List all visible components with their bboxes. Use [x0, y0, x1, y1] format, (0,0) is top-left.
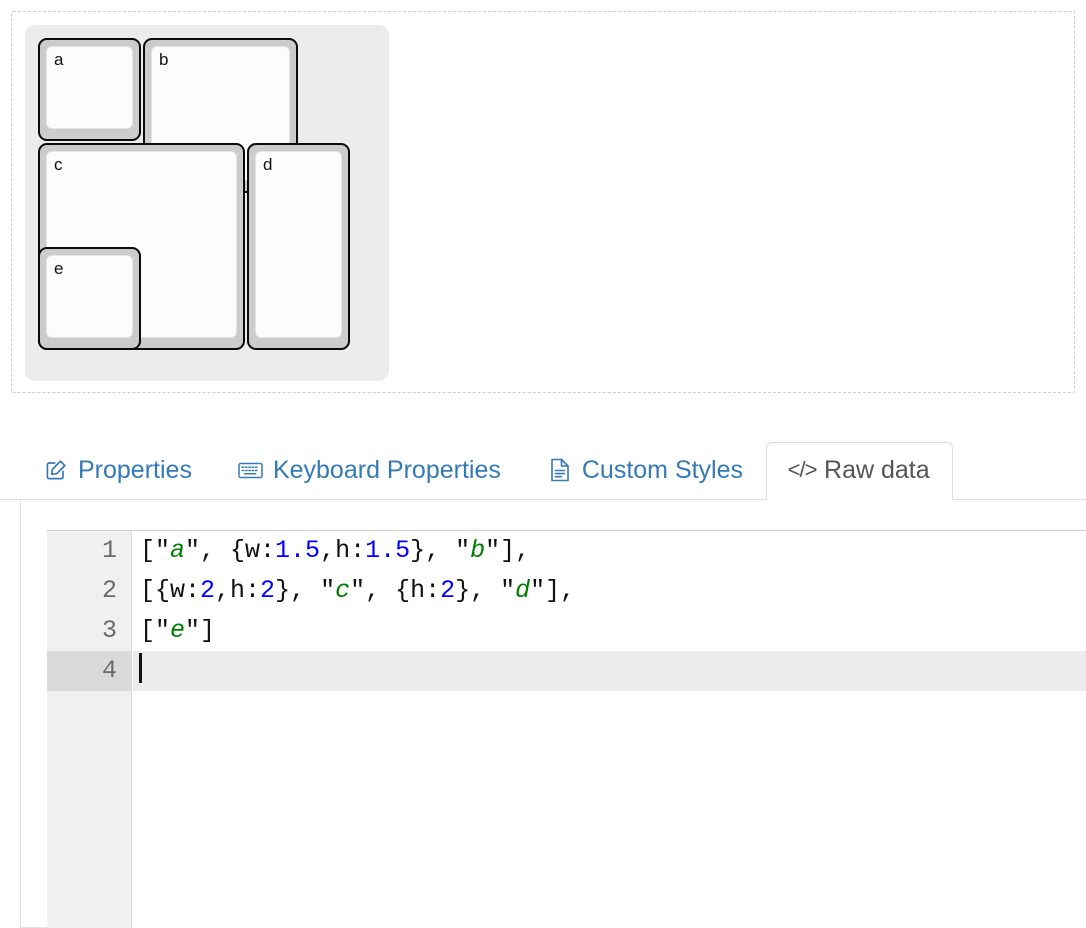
code-token-str: e — [170, 616, 186, 645]
keyboard-key-a[interactable]: a — [38, 38, 141, 141]
code-token-num: 2 — [200, 576, 216, 605]
code-token-punct: "], — [530, 576, 576, 605]
tab-keyboard-properties[interactable]: Keyboard Properties — [215, 442, 524, 500]
key-label: c — [54, 155, 63, 174]
code-token-punct: }, " — [455, 576, 516, 605]
edit-icon — [43, 458, 69, 482]
keyboard-preview-dropzone[interactable]: a b c d e — [11, 11, 1075, 393]
line-number: 1 — [101, 536, 117, 565]
code-token-num: 1.5 — [275, 536, 321, 565]
key-label: e — [54, 259, 64, 278]
code-token-punct: [" — [140, 616, 171, 645]
code-token-str: c — [335, 576, 351, 605]
code-token-punct: ,h: — [320, 536, 366, 565]
code-icon: </> — [787, 457, 818, 482]
code-line[interactable]: ["a", {w:1.5,h:1.5}, "b"], — [133, 531, 1086, 571]
tab-panel-raw-data: 1234 ["a", {w:1.5,h:1.5}, "b"], [{w:2,h:2… — [20, 500, 1086, 928]
keyboard-icon — [238, 458, 264, 482]
code-token-punct: }, " — [410, 536, 471, 565]
tab-custom-styles[interactable]: Custom Styles — [524, 442, 766, 500]
tab-label: Custom Styles — [581, 456, 744, 484]
editor-code-area[interactable]: ["a", {w:1.5,h:1.5}, "b"], [{w:2,h:2}, "c… — [133, 531, 1086, 928]
code-token-str: b — [470, 536, 486, 565]
code-token-punct: "] — [185, 616, 216, 645]
key-label: a — [54, 50, 64, 69]
key-label: d — [263, 155, 273, 174]
keyboard-key-d[interactable]: d — [247, 143, 350, 350]
keyboard-key-e[interactable]: e — [38, 247, 141, 350]
code-token-punct: [{w: — [140, 576, 201, 605]
key-cap: d — [255, 151, 342, 338]
code-token-num: 1.5 — [365, 536, 411, 565]
code-token-punct: ", {h: — [350, 576, 441, 605]
editor-line-number-gutter: 1 2 3 4 — [47, 531, 132, 928]
key-label: b — [159, 50, 169, 69]
code-token-str: a — [170, 536, 186, 565]
code-line[interactable]: ["e"] — [133, 611, 1086, 651]
code-token-punct: ,h: — [215, 576, 261, 605]
tab-label: Raw data — [824, 456, 930, 484]
tab-properties[interactable]: Properties — [20, 442, 215, 500]
code-token-punct: ", {w: — [185, 536, 276, 565]
tab-label: Properties — [78, 456, 192, 484]
code-token-punct: [" — [140, 536, 171, 565]
code-line[interactable]: [{w:2,h:2}, "c", {h:2}, "d"], — [133, 571, 1086, 611]
code-token-punct: "], — [485, 536, 531, 565]
text-cursor — [139, 653, 142, 683]
line-number: 3 — [101, 616, 117, 645]
code-token-num: 2 — [440, 576, 456, 605]
editor-tab-bar: Properties Keyboard Properties Custom Styl… — [0, 430, 1086, 500]
raw-data-code-editor[interactable]: 1234 ["a", {w:1.5,h:1.5}, "b"], [{w:2,h:2… — [47, 530, 1086, 928]
tab-list: Properties Keyboard Properties Custom Styl… — [20, 430, 953, 500]
key-cap: a — [46, 46, 133, 129]
line-number: 4 — [47, 651, 131, 691]
line-number: 2 — [101, 576, 117, 605]
keyboard-layout-stage[interactable]: a b c d e — [25, 25, 389, 381]
code-token-str: d — [515, 576, 531, 605]
file-lines-icon — [547, 458, 573, 482]
tab-raw-data[interactable]: </> Raw data — [766, 442, 953, 500]
key-cap: e — [46, 255, 133, 338]
code-token-punct: }, " — [275, 576, 336, 605]
tab-label: Keyboard Properties — [272, 456, 501, 484]
code-line[interactable] — [133, 651, 1086, 691]
code-token-num: 2 — [260, 576, 276, 605]
